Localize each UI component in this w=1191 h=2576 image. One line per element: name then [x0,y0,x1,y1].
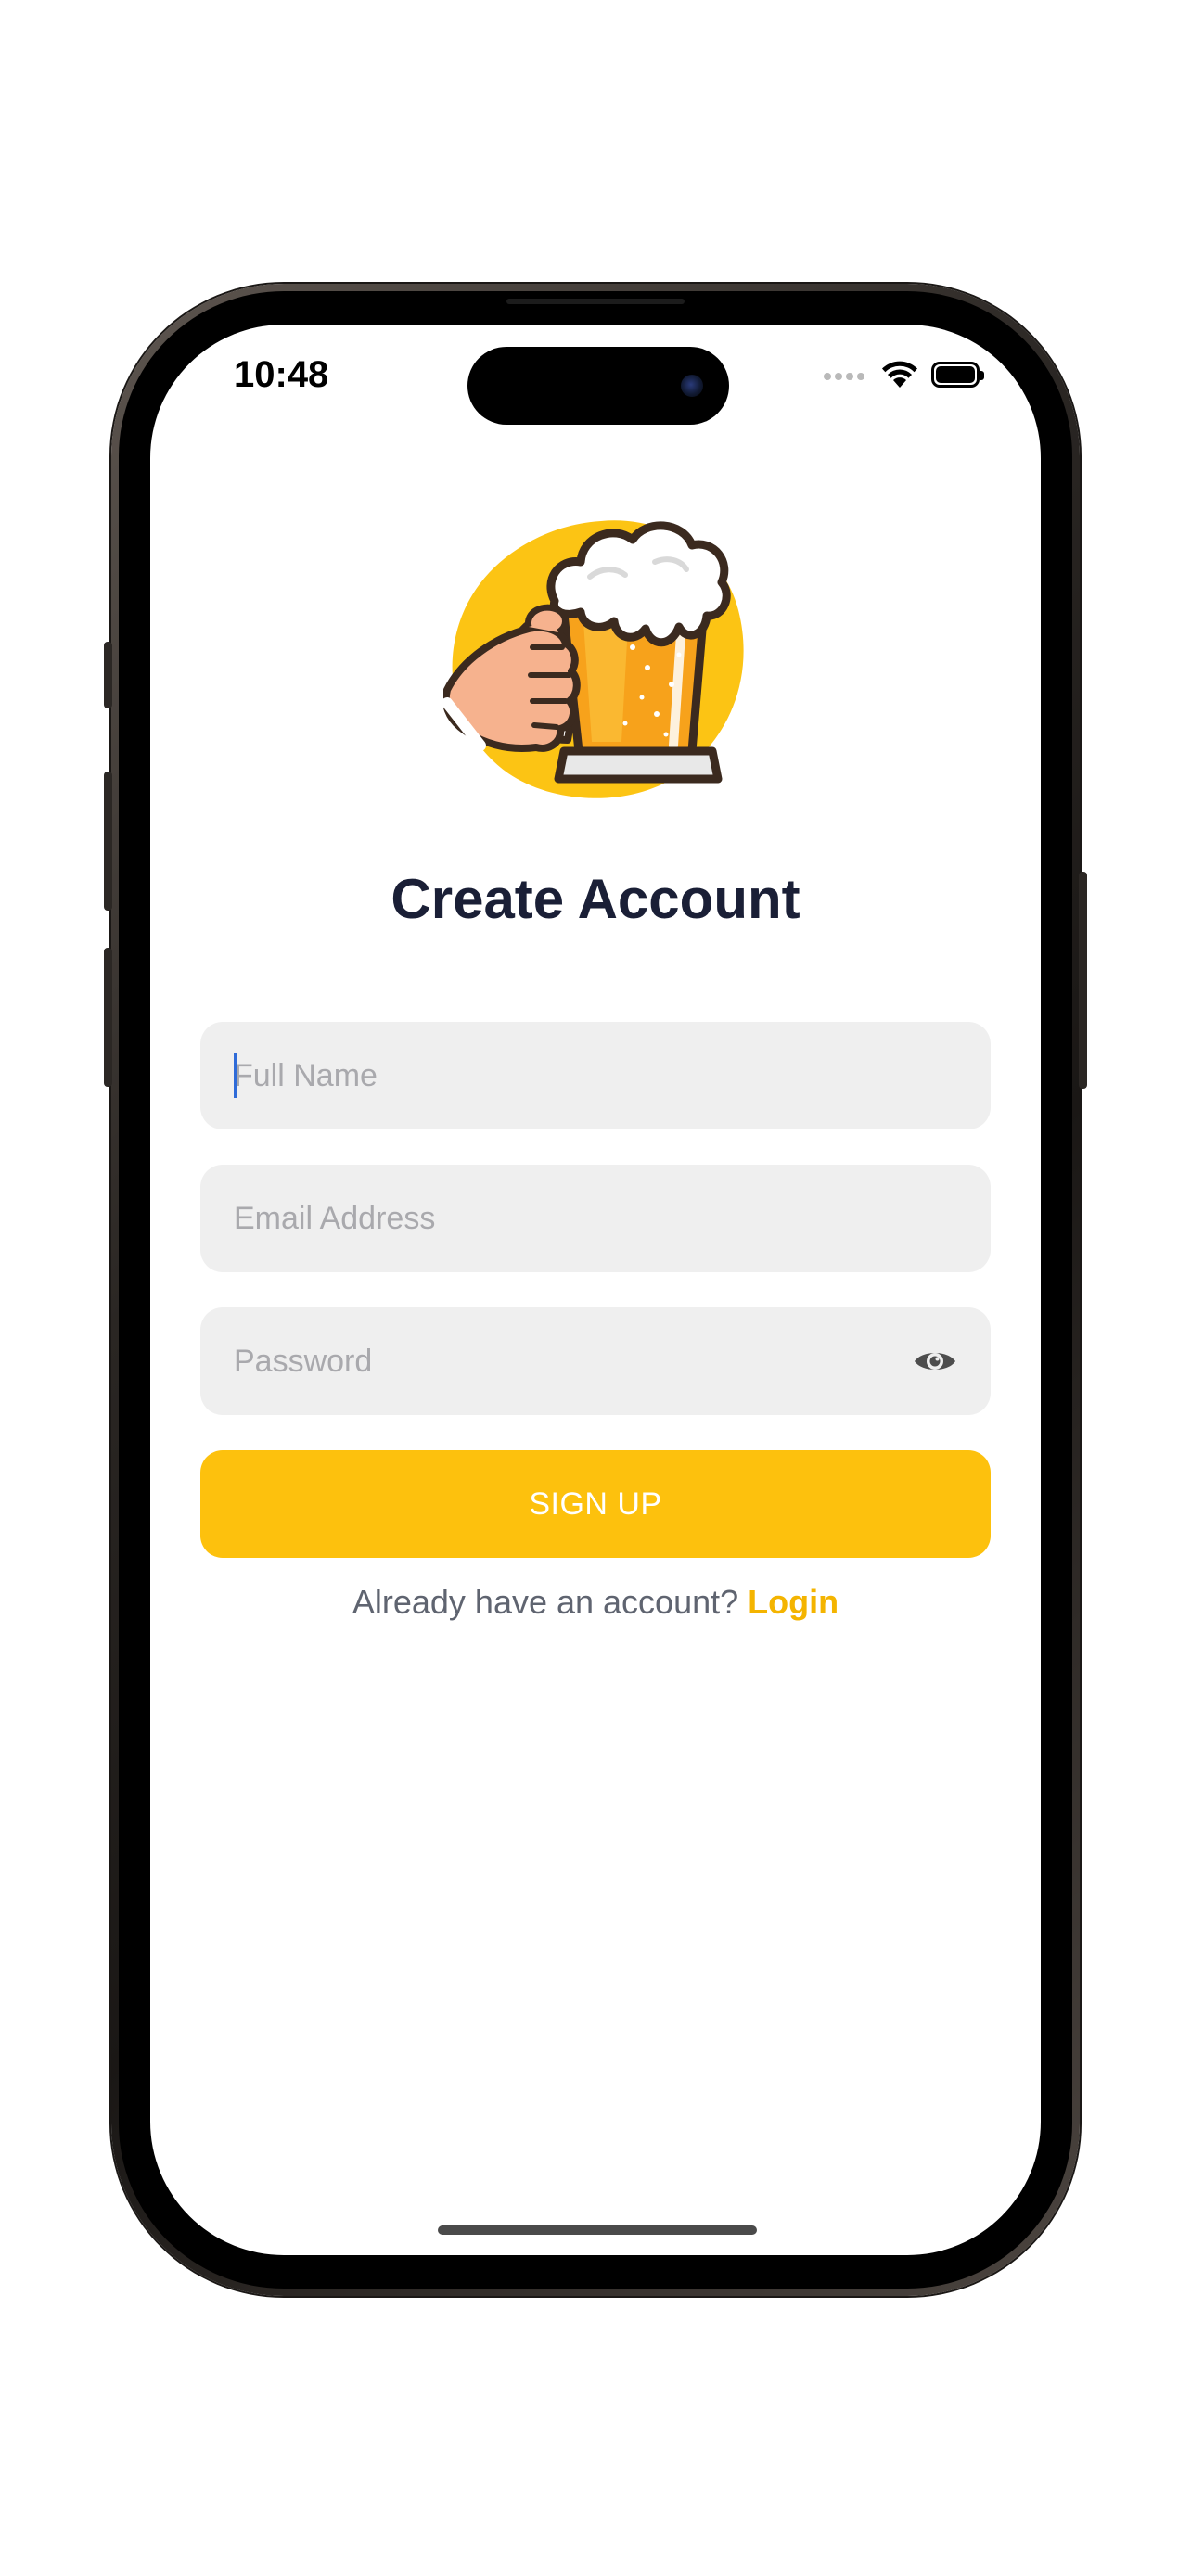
full-name-input[interactable] [234,1022,902,1129]
volume-down-button [104,948,112,1087]
status-time: 10:48 [234,354,329,395]
login-link[interactable]: Login [748,1583,839,1621]
wifi-icon [882,361,917,388]
password-field[interactable] [200,1307,991,1415]
text-caret [234,1053,237,1098]
page: 10:48 Create Account Full Name Email Add… [0,0,1191,2576]
front-camera-icon [681,375,703,397]
beer-mug-logo-icon [443,520,744,798]
action-button [104,642,112,708]
full-name-field[interactable] [200,1022,991,1129]
eye-icon[interactable] [913,1343,957,1380]
power-button [1079,872,1087,1089]
password-input[interactable] [234,1307,902,1415]
sign-up-button[interactable]: SIGN UP [200,1450,991,1558]
login-prompt: Already have an account? Login [150,1575,1041,1630]
earpiece-speaker [506,299,685,304]
status-icons [824,358,991,395]
page-title: Create Account [391,868,800,930]
battery-icon [931,362,984,388]
email-input[interactable] [234,1165,902,1272]
volume-up-button [104,772,112,911]
phone-screen: 10:48 Create Account Full Name Email Add… [150,325,1041,2255]
cellular-signal-icon [824,373,866,382]
email-field[interactable] [200,1165,991,1272]
login-prompt-text: Already have an account? [352,1583,749,1621]
home-indicator[interactable] [438,2225,757,2235]
dynamic-island [467,347,729,425]
